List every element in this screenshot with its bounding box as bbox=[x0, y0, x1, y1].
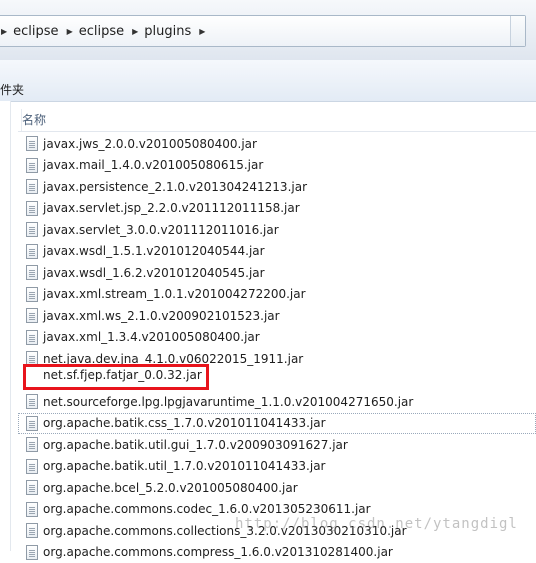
chevron-right-icon[interactable]: ▶ bbox=[67, 27, 73, 36]
file-name: org.apache.commons.compress_1.6.0.v20131… bbox=[43, 545, 393, 559]
list-item[interactable]: javax.xml_1.3.4.v201005080400.jar bbox=[18, 327, 536, 348]
file-name: javax.persistence_2.1.0.v201304241213.ja… bbox=[43, 179, 308, 194]
file-list[interactable]: 名称 javax.jws_2.0.0.v201005080400.jarjava… bbox=[18, 101, 536, 560]
jar-file-icon bbox=[26, 523, 38, 538]
jar-file-icon bbox=[26, 222, 38, 237]
list-item[interactable]: javax.wsdl_1.6.2.v201012040545.jar bbox=[18, 262, 536, 283]
file-name: javax.jws_2.0.0.v201005080400.jar bbox=[43, 136, 257, 151]
file-name: javax.servlet.jsp_2.2.0.v201112011158.ja… bbox=[43, 201, 300, 215]
new-folder-button[interactable]: 件夹 bbox=[0, 81, 24, 98]
jar-file-icon bbox=[26, 437, 38, 452]
watermark: http://blog.csdn.net/ytangdigl bbox=[235, 516, 518, 532]
list-item[interactable]: org.apache.commons.compress_1.6.0.v20131… bbox=[18, 542, 536, 563]
jar-file-icon bbox=[26, 544, 38, 560]
column-header-name[interactable]: 名称 bbox=[22, 111, 46, 128]
jar-file-icon bbox=[26, 243, 38, 259]
file-name: org.apache.bcel_5.2.0.v201005080400.jar bbox=[43, 480, 298, 495]
jar-file-icon bbox=[26, 501, 38, 517]
jar-file-icon bbox=[26, 458, 38, 474]
address-bar-dropdown[interactable] bbox=[510, 16, 525, 46]
file-name: javax.xml.ws_2.1.0.v200902101523.jar bbox=[43, 308, 280, 323]
breadcrumb-eclipse-2[interactable]: eclipse bbox=[79, 24, 124, 39]
file-name: javax.servlet_3.0.0.v201112011016.jar bbox=[43, 222, 279, 237]
file-name: javax.xml.stream_1.0.1.v201004272200.jar bbox=[43, 287, 306, 301]
file-name: javax.mail_1.4.0.v201005080615.jar bbox=[43, 158, 264, 172]
file-name: net.sourceforge.lpg.lpgjavaruntime_1.1.0… bbox=[43, 394, 414, 409]
list-item[interactable]: javax.servlet_3.0.0.v201112011016.jar bbox=[18, 219, 536, 240]
file-name: org.apache.batik.util_1.7.0.v20101104143… bbox=[43, 459, 326, 473]
jar-file-icon bbox=[26, 415, 38, 431]
jar-file-icon bbox=[26, 157, 38, 173]
file-name: org.apache.commons.codec_1.6.0.v20130523… bbox=[43, 502, 371, 516]
column-header[interactable]: 名称 bbox=[18, 107, 536, 132]
jar-file-icon bbox=[26, 265, 38, 280]
list-item[interactable]: net.sourceforge.lpg.lpgjavaruntime_1.1.0… bbox=[18, 391, 536, 412]
list-item[interactable]: javax.xml.ws_2.1.0.v200902101523.jar bbox=[18, 305, 536, 326]
breadcrumb-plugins[interactable]: plugins bbox=[144, 24, 191, 39]
file-name: org.apache.batik.util.gui_1.7.0.v2009030… bbox=[43, 437, 348, 452]
list-item[interactable]: javax.xml.stream_1.0.1.v201004272200.jar bbox=[18, 284, 536, 305]
breadcrumb-eclipse-1[interactable]: eclipse bbox=[13, 24, 58, 39]
jar-file-icon bbox=[26, 200, 38, 216]
address-bar[interactable]: ▶ eclipse ▶ eclipse ▶ plugins ▶ bbox=[0, 15, 526, 47]
chevron-right-icon[interactable]: ▶ bbox=[199, 27, 205, 36]
jar-file-icon bbox=[26, 480, 38, 495]
jar-file-icon bbox=[26, 136, 38, 151]
list-item[interactable]: javax.servlet.jsp_2.2.0.v201112011158.ja… bbox=[18, 198, 536, 219]
jar-file-icon bbox=[26, 308, 38, 323]
jar-file-icon bbox=[26, 394, 38, 409]
file-name: javax.xml_1.3.4.v201005080400.jar bbox=[43, 330, 260, 344]
list-item[interactable]: javax.persistence_2.1.0.v201304241213.ja… bbox=[18, 176, 536, 197]
jar-file-icon bbox=[26, 329, 38, 345]
jar-file-icon bbox=[26, 286, 38, 302]
list-item[interactable]: javax.mail_1.4.0.v201005080615.jar bbox=[18, 155, 536, 176]
list-item[interactable]: org.apache.batik.util.gui_1.7.0.v2009030… bbox=[18, 434, 536, 455]
list-item[interactable]: org.apache.batik.util_1.7.0.v20101104143… bbox=[18, 456, 536, 477]
jar-file-icon bbox=[26, 179, 38, 194]
address-bar-area: ▶ eclipse ▶ eclipse ▶ plugins ▶ bbox=[0, 0, 536, 61]
file-name: javax.wsdl_1.6.2.v201012040545.jar bbox=[43, 265, 265, 280]
navigation-pane[interactable] bbox=[0, 101, 11, 551]
list-item[interactable]: javax.wsdl_1.5.1.v201012040544.jar bbox=[18, 241, 536, 262]
file-name: javax.wsdl_1.5.1.v201012040544.jar bbox=[43, 244, 265, 258]
chevron-right-icon[interactable]: ▶ bbox=[1, 27, 7, 36]
highlighted-file-name[interactable]: net.sf.fjep.fatjar_0.0.32.jar bbox=[43, 368, 202, 382]
toolbar: 件夹 bbox=[0, 60, 536, 102]
chevron-right-icon[interactable]: ▶ bbox=[132, 27, 138, 36]
list-item[interactable]: org.apache.batik.css_1.7.0.v201011041433… bbox=[18, 412, 536, 434]
list-item[interactable]: org.apache.bcel_5.2.0.v201005080400.jar bbox=[18, 477, 536, 498]
list-item[interactable]: javax.jws_2.0.0.v201005080400.jar bbox=[18, 133, 536, 154]
file-name: org.apache.batik.css_1.7.0.v201011041433… bbox=[43, 416, 326, 430]
